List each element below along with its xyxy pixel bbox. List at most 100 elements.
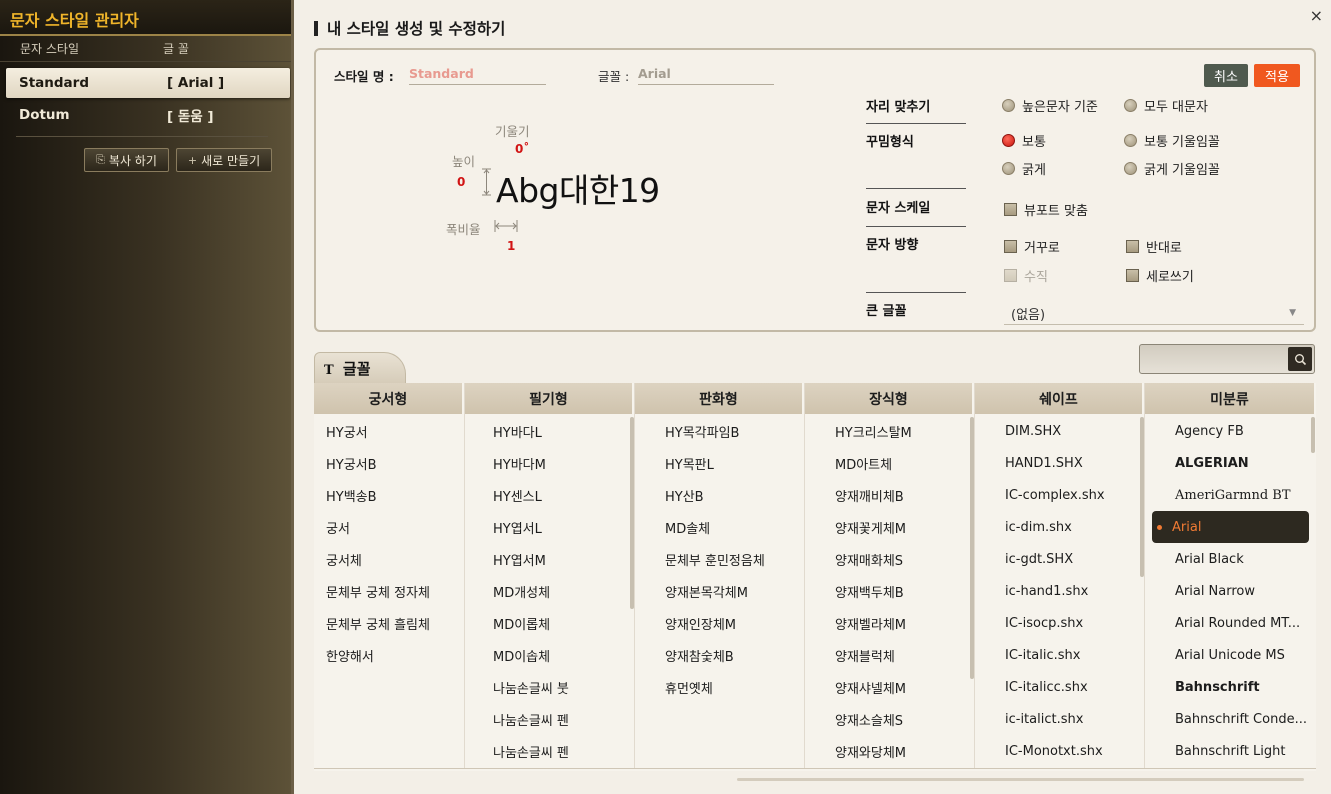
font-item[interactable]: Bahnschrift Light bbox=[1145, 735, 1316, 767]
font-item[interactable]: HY목판L bbox=[653, 447, 804, 479]
font-item[interactable]: Arial Unicode MS bbox=[1145, 639, 1316, 671]
font-item[interactable]: Arial Black bbox=[1145, 543, 1316, 575]
apply-button[interactable]: 적용 bbox=[1254, 64, 1300, 87]
justify-high-char-radio[interactable]: 높은문자 기준 bbox=[1002, 96, 1098, 115]
font-item[interactable]: ic-gdt.SHX bbox=[993, 543, 1144, 575]
font-item[interactable]: 양재샤넬체M bbox=[823, 671, 974, 703]
font-search-input[interactable] bbox=[1139, 344, 1315, 374]
font-item[interactable]: Arial Narrow bbox=[1145, 575, 1316, 607]
font-item[interactable]: 문체부 훈민정음체 bbox=[653, 543, 804, 575]
upside-down-checkbox[interactable]: 거꾸로 bbox=[1004, 237, 1060, 256]
decor-label: 꾸밈형식 bbox=[866, 135, 914, 150]
font-item[interactable]: 양재인장체M bbox=[653, 607, 804, 639]
column-header[interactable]: 미분류 bbox=[1145, 383, 1316, 414]
font-item[interactable]: HAND1.SHX bbox=[993, 447, 1144, 479]
decor-bold-italic-radio[interactable]: 굵게 기울임꼴 bbox=[1124, 159, 1220, 178]
font-item[interactable]: 양재와당체M bbox=[823, 735, 974, 767]
font-item[interactable]: 양재벨라체M bbox=[823, 607, 974, 639]
column-header[interactable]: 쉐이프 bbox=[975, 383, 1144, 414]
font-item[interactable]: HY엽서M bbox=[481, 543, 634, 575]
font-item[interactable]: 한양해서 bbox=[314, 639, 464, 671]
font-item[interactable]: 나눔손글씨 붓 bbox=[481, 671, 634, 703]
font-item[interactable]: HY크리스탈M bbox=[823, 415, 974, 447]
font-item[interactable]: AmeriGarmnd BT bbox=[1145, 479, 1316, 511]
font-item[interactable]: HY바다M bbox=[481, 447, 634, 479]
font-item[interactable]: 문체부 궁체 흘림체 bbox=[314, 607, 464, 639]
horizontal-scrollbar[interactable] bbox=[737, 778, 1304, 781]
font-item[interactable]: MD아트체 bbox=[823, 447, 974, 479]
font-item[interactable]: 궁서 bbox=[314, 511, 464, 543]
vertical-checkbox[interactable]: 수직 bbox=[1004, 266, 1048, 285]
font-item[interactable]: 궁서체 bbox=[314, 543, 464, 575]
style-row-standard[interactable]: Standard [ Arial ] bbox=[6, 68, 290, 98]
font-item[interactable]: Bahnschrift bbox=[1145, 671, 1316, 703]
font-item[interactable]: MD이솝체 bbox=[481, 639, 634, 671]
font-item[interactable]: Bahnschrift Conde... bbox=[1145, 703, 1316, 735]
new-style-button[interactable]: + 새로 만들기 bbox=[176, 148, 272, 172]
font-item[interactable]: 휴먼옛체 bbox=[653, 671, 804, 703]
font-item[interactable]: ic-italict.shx bbox=[993, 703, 1144, 735]
font-item[interactable]: ic-dim.shx bbox=[993, 511, 1144, 543]
column-header[interactable]: 궁서형 bbox=[314, 383, 464, 414]
search-button[interactable] bbox=[1288, 347, 1312, 371]
cancel-button[interactable]: 취소 bbox=[1204, 64, 1248, 87]
font-item[interactable]: IC-italicc.shx bbox=[993, 671, 1144, 703]
font-item[interactable]: HY궁서 bbox=[314, 415, 464, 447]
font-item[interactable]: 양재깨비체B bbox=[823, 479, 974, 511]
font-item[interactable]: MD솔체 bbox=[653, 511, 804, 543]
font-item[interactable]: 양재블럭체 bbox=[823, 639, 974, 671]
backwards-checkbox[interactable]: 반대로 bbox=[1126, 237, 1182, 256]
font-item[interactable]: HY엽서L bbox=[481, 511, 634, 543]
font-item[interactable]: IC-italic.shx bbox=[993, 639, 1144, 671]
font-item[interactable]: ic-hand1.shx bbox=[993, 575, 1144, 607]
font-item[interactable]: Agency FB bbox=[1145, 415, 1316, 447]
font-item[interactable]: 양재매화체S bbox=[823, 543, 974, 575]
decor-bold-radio[interactable]: 굵게 bbox=[1002, 159, 1046, 178]
font-item[interactable]: MD개성체 bbox=[481, 575, 634, 607]
font-item[interactable]: ALGERIAN bbox=[1145, 447, 1316, 479]
decor-normal-italic-radio[interactable]: 보통 기울임꼴 bbox=[1124, 131, 1220, 150]
style-row-dotum[interactable]: Dotum [ 돋움 ] bbox=[6, 100, 290, 130]
tab-font[interactable]: T 글꼴 bbox=[314, 352, 406, 383]
font-item[interactable]: DIM.SHX bbox=[993, 415, 1144, 447]
font-item-selected[interactable]: Arial bbox=[1152, 511, 1309, 543]
scrollbar[interactable] bbox=[1140, 417, 1144, 577]
vertical-writing-checkbox[interactable]: 세로쓰기 bbox=[1126, 266, 1194, 285]
font-item[interactable]: Arial Rounded MT... bbox=[1145, 607, 1316, 639]
font-item[interactable]: 양재소슬체S bbox=[823, 703, 974, 735]
justify-all-caps-radio[interactable]: 모두 대문자 bbox=[1124, 96, 1208, 115]
column-header[interactable]: 필기형 bbox=[465, 383, 634, 414]
font-item[interactable]: IC-Monotxt.shx bbox=[993, 735, 1144, 767]
height-value[interactable]: 0 bbox=[457, 175, 465, 189]
font-item[interactable]: IC-isocp.shx bbox=[993, 607, 1144, 639]
font-item[interactable]: 양재참숯체B bbox=[653, 639, 804, 671]
column-header[interactable]: 판화형 bbox=[635, 383, 804, 414]
font-item[interactable]: 문체부 궁체 정자체 bbox=[314, 575, 464, 607]
column-header[interactable]: 장식형 bbox=[805, 383, 974, 414]
scrollbar[interactable] bbox=[630, 417, 634, 609]
font-item[interactable]: HY백송B bbox=[314, 479, 464, 511]
font-item[interactable]: HY목각파임B bbox=[653, 415, 804, 447]
font-item[interactable]: HY센스L bbox=[481, 479, 634, 511]
font-item[interactable]: 양재백두체B bbox=[823, 575, 974, 607]
copy-style-button[interactable]: ⎘ 복사 하기 bbox=[84, 148, 169, 172]
font-item[interactable]: 양재꽃게체M bbox=[823, 511, 974, 543]
style-name-input[interactable]: Standard bbox=[409, 63, 546, 85]
scrollbar[interactable] bbox=[1311, 417, 1315, 453]
scrollbar[interactable] bbox=[970, 417, 974, 679]
tilt-value[interactable]: 0˚ bbox=[515, 142, 529, 156]
font-item[interactable]: IC-complex.shx bbox=[993, 479, 1144, 511]
font-item[interactable]: MD이롭체 bbox=[481, 607, 634, 639]
font-item[interactable]: 나눔손글씨 펜 bbox=[481, 735, 634, 767]
viewport-fit-checkbox[interactable]: 뷰포트 맞춤 bbox=[1004, 200, 1088, 219]
width-ratio-value[interactable]: 1 bbox=[507, 239, 515, 253]
close-icon[interactable]: × bbox=[1310, 6, 1323, 25]
font-item[interactable]: 나눔손글씨 펜 bbox=[481, 703, 634, 735]
font-item[interactable]: 양재본목각체M bbox=[653, 575, 804, 607]
decor-normal-radio[interactable]: 보통 bbox=[1002, 131, 1046, 150]
font-input[interactable]: Arial bbox=[638, 63, 774, 85]
font-item[interactable]: HY궁서B bbox=[314, 447, 464, 479]
font-item[interactable]: HY바다L bbox=[481, 415, 634, 447]
font-item[interactable]: HY산B bbox=[653, 479, 804, 511]
big-font-select[interactable]: (없음) ▼ bbox=[1004, 301, 1304, 325]
